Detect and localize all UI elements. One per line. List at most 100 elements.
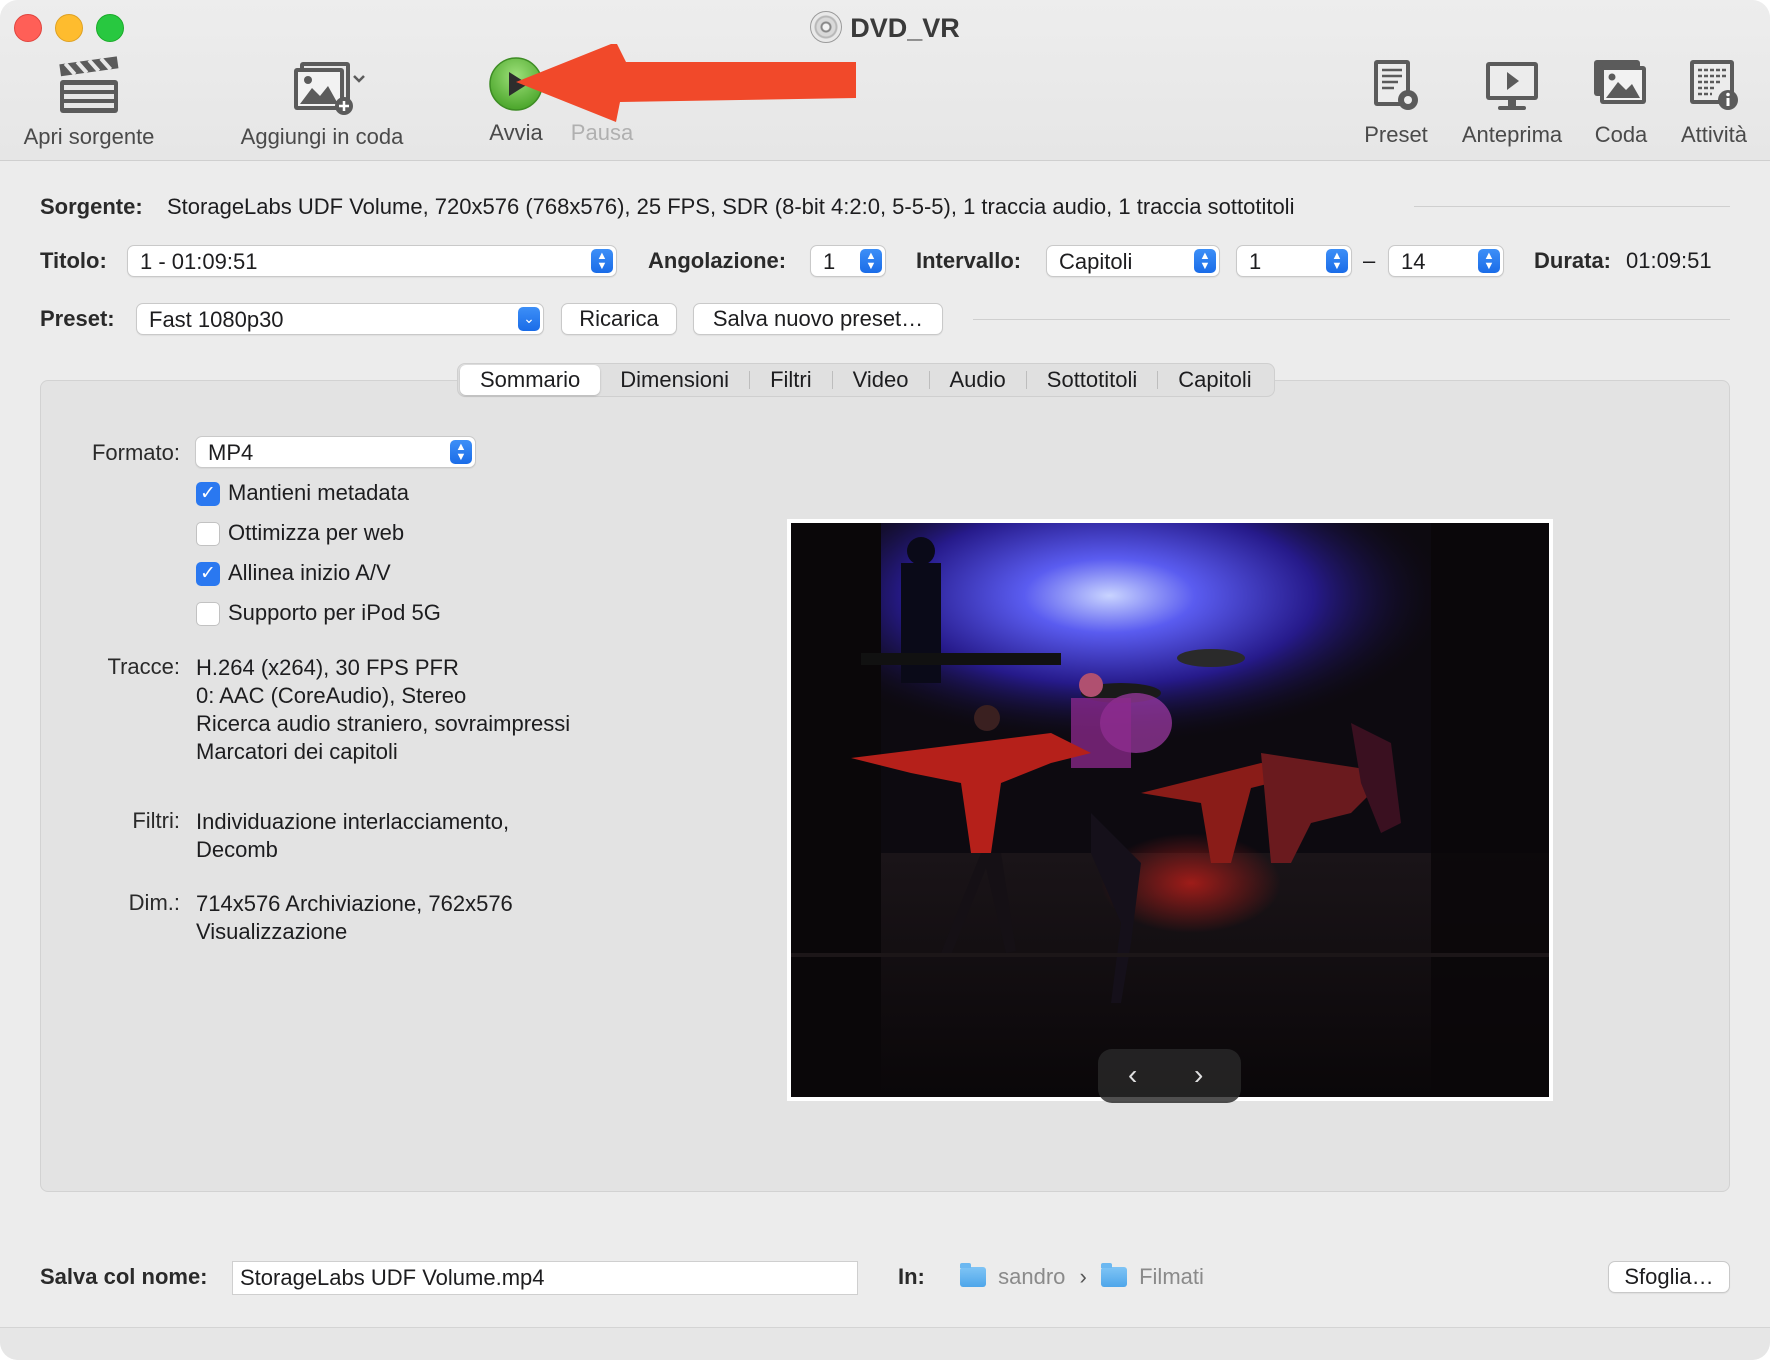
tab-audio[interactable]: Audio	[930, 365, 1026, 395]
track-line: 0: AAC (CoreAudio), Stereo	[196, 683, 467, 708]
tracks-info: H.264 (x264), 30 FPS PFR 0: AAC (CoreAud…	[196, 654, 570, 766]
updown-stepper-icon: ▲ ▼	[591, 249, 613, 273]
range-dash: –	[1363, 248, 1376, 273]
presets-button[interactable]: Preset	[1356, 56, 1436, 148]
preset-label: Preset:	[40, 306, 115, 331]
app-window: DVD_VR Apri sorgente Aggiungi in coda Av…	[0, 0, 1770, 1360]
format-popup[interactable]: MP4 ▲ ▼	[195, 436, 476, 468]
tab-filters[interactable]: Filtri	[750, 365, 832, 395]
path-item: Filmati	[1139, 1264, 1204, 1289]
folder-icon	[1100, 1263, 1127, 1287]
updown-stepper-icon: ▲ ▼	[1194, 249, 1216, 273]
queue-button[interactable]: Coda	[1588, 56, 1654, 148]
dimension-line: 714x576 Archiviazione, 762x576	[196, 891, 513, 916]
toolbar: DVD_VR Apri sorgente Aggiungi in coda Av…	[0, 0, 1770, 161]
format-label: Formato:	[91, 440, 180, 465]
align-av-label: Allinea inizio A/V	[228, 560, 391, 585]
concert-scene-image	[791, 523, 1549, 1097]
add-photo-icon	[294, 62, 365, 115]
tab-chapters[interactable]: Capitoli	[1158, 365, 1271, 395]
track-line: Ricerca audio straniero, sovraimpressi	[196, 711, 571, 736]
ipod-5g-label: Supporto per iPod 5G	[228, 600, 441, 625]
preview-image[interactable]	[787, 519, 1553, 1101]
angle-label: Angolazione:	[648, 248, 787, 273]
browse-button[interactable]: Sfoglia…	[1608, 1261, 1730, 1293]
next-frame-button[interactable]: ›	[1194, 1059, 1203, 1091]
status-bar	[0, 1327, 1770, 1360]
dvd-disc-icon	[810, 11, 843, 43]
tab-subtitles[interactable]: Sottotitoli	[1027, 365, 1158, 395]
tab-bar: Sommario Dimensioni Filtri Video Audio S…	[457, 363, 1275, 397]
preview-navigation: ‹ ›	[1098, 1049, 1241, 1103]
format-value: MP4	[208, 440, 254, 465]
photo-stack-icon	[1594, 60, 1646, 104]
keep-metadata-label: Mantieni metadata	[228, 480, 409, 505]
range-type-value: Capitoli	[1059, 249, 1133, 274]
monitor-play-icon	[1486, 62, 1538, 110]
divider	[1414, 206, 1730, 207]
add-to-queue-label: Aggiungi in coda	[240, 124, 404, 149]
destination-label: In:	[898, 1264, 925, 1289]
queue-label: Coda	[1594, 122, 1648, 147]
angle-value: 1	[823, 249, 836, 274]
add-to-queue-button[interactable]: Aggiungi in coda	[232, 56, 412, 150]
tracks-label: Tracce:	[107, 654, 180, 679]
filters-label: Filtri:	[132, 808, 180, 833]
home-folder-icon	[960, 1263, 986, 1287]
reload-preset-button[interactable]: Ricarica	[561, 303, 677, 335]
tab-video[interactable]: Video	[833, 365, 929, 395]
range-type-popup[interactable]: Capitoli ▲ ▼	[1046, 245, 1220, 277]
activity-label: Attività	[1680, 122, 1748, 147]
ipod-5g-checkbox[interactable]	[196, 602, 220, 626]
annotation-arrow-icon	[516, 44, 856, 122]
filename-input[interactable]: StorageLabs UDF Volume.mp4	[232, 1261, 858, 1295]
save-new-preset-button[interactable]: Salva nuovo preset…	[693, 303, 943, 335]
range-start-popup[interactable]: 1 ▲ ▼	[1236, 245, 1352, 277]
align-av-checkbox[interactable]: ✓	[196, 562, 220, 586]
updown-stepper-icon: ▲ ▼	[860, 249, 882, 273]
keep-metadata-checkbox[interactable]: ✓	[196, 482, 220, 506]
path-separator: ›	[1079, 1264, 1087, 1289]
track-line: H.264 (x264), 30 FPS PFR	[196, 655, 459, 680]
source-info: StorageLabs UDF Volume, 720x576 (768x576…	[167, 194, 1295, 219]
title-label: Titolo:	[40, 248, 107, 273]
title-popup[interactable]: 1 - 01:09:51 ▲ ▼	[127, 245, 617, 277]
divider	[973, 319, 1730, 320]
range-label: Intervallo:	[916, 248, 1022, 273]
tab-dimensions[interactable]: Dimensioni	[600, 365, 749, 395]
range-end-value: 14	[1401, 249, 1426, 274]
dimension-line: Visualizzazione	[196, 919, 348, 944]
preset-gear-icon	[1374, 60, 1418, 110]
preset-popup[interactable]: Fast 1080p30 ⌄	[136, 303, 544, 335]
dimensions-label: Dim.:	[128, 890, 180, 915]
updown-stepper-icon: ▲ ▼	[1326, 249, 1348, 273]
previous-frame-button[interactable]: ‹	[1128, 1059, 1137, 1091]
range-end-popup[interactable]: 14 ▲ ▼	[1388, 245, 1504, 277]
open-source-button[interactable]: Apri sorgente	[14, 56, 164, 150]
duration-label: Durata:	[1534, 248, 1612, 273]
dimensions-info: 714x576 Archiviazione, 762x576 Visualizz…	[196, 890, 513, 946]
updown-stepper-icon: ▲ ▼	[1478, 249, 1500, 273]
save-as-label: Salva col nome:	[40, 1264, 208, 1289]
title-value: 1 - 01:09:51	[140, 249, 258, 274]
filter-line: Decomb	[196, 837, 278, 862]
tab-summary[interactable]: Sommario	[460, 365, 601, 395]
preview-button[interactable]: Anteprima	[1456, 56, 1568, 148]
filename-value: StorageLabs UDF Volume.mp4	[240, 1265, 545, 1290]
preview-label: Anteprima	[1461, 122, 1563, 147]
presets-label: Preset	[1364, 122, 1428, 147]
activity-button[interactable]: Attività	[1672, 56, 1756, 148]
range-start-value: 1	[1249, 249, 1262, 274]
video-frame	[791, 523, 1549, 1097]
filters-info: Individuazione interlacciamento, Decomb	[196, 808, 509, 864]
track-line: Marcatori dei capitoli	[196, 739, 398, 764]
filter-line: Individuazione interlacciamento,	[196, 809, 510, 834]
path-item: sandro	[998, 1264, 1066, 1289]
open-source-label: Apri sorgente	[23, 124, 155, 149]
web-optimize-checkbox[interactable]	[196, 522, 220, 546]
window-title: DVD_VR	[0, 11, 1770, 44]
activity-log-icon	[1690, 60, 1738, 110]
destination-path[interactable]: sandro › Filmati	[960, 1263, 1204, 1290]
updown-stepper-icon: ▲ ▼	[450, 440, 472, 464]
angle-popup[interactable]: 1 ▲ ▼	[810, 245, 886, 277]
